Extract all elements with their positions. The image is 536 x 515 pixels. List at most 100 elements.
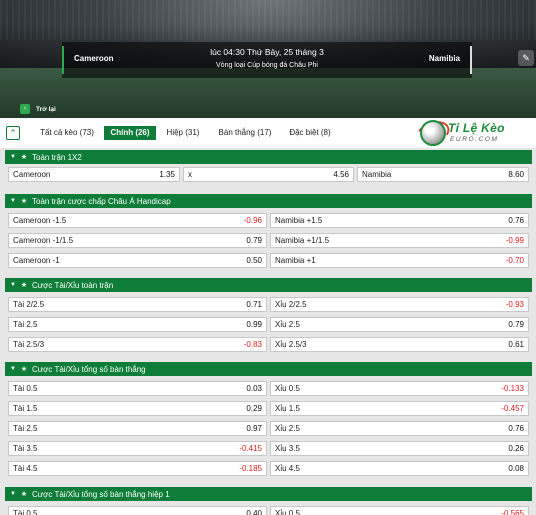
star-icon[interactable]: ★ bbox=[19, 490, 29, 498]
odds-value: 0.76 bbox=[508, 424, 524, 433]
odds-cell[interactable]: Namibia +1 -0.70 bbox=[270, 253, 529, 268]
odds-cell[interactable]: Cameroon -1/1.5 0.79 bbox=[8, 233, 267, 248]
odds-label: Cameroon -1 bbox=[13, 256, 60, 265]
odds-cell[interactable]: Xỉu 0.5 -0.565 bbox=[270, 506, 529, 515]
odds-value: -0.70 bbox=[505, 256, 524, 265]
odds-cell[interactable]: Xỉu 1.5 -0.457 bbox=[270, 401, 529, 416]
odds-cell[interactable]: Namibia 8.60 bbox=[357, 167, 529, 182]
odds-label: Xỉu 0.5 bbox=[275, 509, 300, 515]
odds-label: Tài 0.5 bbox=[13, 509, 38, 515]
odds-cell[interactable]: x 4.56 bbox=[183, 167, 354, 182]
match-time: lúc 04:30 Thứ Bảy, 25 tháng 3 bbox=[210, 47, 324, 57]
odds-label: Cameroon -1.5 bbox=[13, 216, 67, 225]
odds-cell[interactable]: Xỉu 2.5 0.79 bbox=[270, 317, 529, 332]
pin-icon[interactable]: ✎ bbox=[518, 50, 534, 66]
star-icon[interactable]: ★ bbox=[19, 197, 29, 205]
odds-cell[interactable]: Tài 3.5 -0.415 bbox=[8, 441, 267, 456]
odds-value: 0.29 bbox=[246, 404, 262, 413]
odds-label: Namibia +1.5 bbox=[275, 216, 323, 225]
odds-value: 0.03 bbox=[246, 384, 262, 393]
collapse-all-icon[interactable]: ⌃ bbox=[6, 126, 20, 140]
odds-label: Xỉu 2.5 bbox=[275, 424, 300, 433]
section-header-handicap[interactable]: ▼ ★ Toàn trận cược chấp Châu Á Handicap bbox=[5, 194, 532, 208]
odds-value: -0.565 bbox=[501, 509, 524, 515]
odds-cell[interactable]: Tài 0.5 0.03 bbox=[8, 381, 267, 396]
tab-goals[interactable]: Bàn thắng (17) bbox=[212, 126, 278, 140]
market-tabs: ⌃ Tất cả kèo (73) Chính (26) Hiệp (31) B… bbox=[0, 116, 536, 150]
odds-cell[interactable]: Tài 4.5 -0.185 bbox=[8, 461, 267, 476]
odds-value: 0.40 bbox=[246, 509, 262, 515]
section-header-total-goals-h1[interactable]: ▼ ★ Cược Tài/Xỉu tổng số bàn thắng hiệp … bbox=[5, 487, 532, 501]
section-title: Cược Tài/Xỉu tổng số bàn thắng hiệp 1 bbox=[32, 489, 170, 499]
caret-down-icon: ▼ bbox=[10, 366, 16, 372]
odds-cell[interactable]: Tài 1.5 0.29 bbox=[8, 401, 267, 416]
odds-cell[interactable]: Cameroon 1.35 bbox=[8, 167, 180, 182]
odds-value: -0.96 bbox=[243, 216, 262, 225]
tab-main[interactable]: Chính (26) bbox=[104, 126, 156, 140]
chevron-left-icon: ‹ bbox=[20, 104, 30, 114]
odds-value: 8.60 bbox=[508, 170, 524, 179]
odds-value: 0.61 bbox=[508, 340, 524, 349]
odds-label: Cameroon bbox=[13, 170, 51, 179]
odds-label: Tài 2/2.5 bbox=[13, 300, 45, 309]
odds-label: Tài 2.5 bbox=[13, 424, 38, 433]
odds-value: -0.457 bbox=[501, 404, 524, 413]
odds-label: Namibia +1 bbox=[275, 256, 316, 265]
odds-value: 0.97 bbox=[246, 424, 262, 433]
odds-label: Xỉu 2/2.5 bbox=[275, 300, 307, 309]
star-icon[interactable]: ★ bbox=[19, 281, 29, 289]
caret-down-icon: ▼ bbox=[10, 198, 16, 204]
odds-cell[interactable]: Tài 2.5 0.99 bbox=[8, 317, 267, 332]
odds-cell[interactable]: Cameroon -1.5 -0.96 bbox=[8, 213, 267, 228]
tab-half[interactable]: Hiệp (31) bbox=[160, 126, 206, 140]
odds-cell[interactable]: Xỉu 4.5 0.08 bbox=[270, 461, 529, 476]
odds-cell[interactable]: Xỉu 0.5 -0.133 bbox=[270, 381, 529, 396]
section-title: Toàn trận 1X2 bbox=[32, 152, 82, 162]
odds-cell[interactable]: Xỉu 2.5 0.76 bbox=[270, 421, 529, 436]
tab-special[interactable]: Đặc biệt (8) bbox=[282, 126, 338, 140]
section-header-1x2[interactable]: ▼ ★ Toàn trận 1X2 bbox=[5, 150, 532, 164]
odds-cell[interactable]: Tài 2.5/3 -0.83 bbox=[8, 337, 267, 352]
odds-value: 0.26 bbox=[508, 444, 524, 453]
tab-all[interactable]: Tất cả kèo (73) bbox=[32, 126, 102, 140]
odds-cell[interactable]: Tài 2.5 0.97 bbox=[8, 421, 267, 436]
odds-cell[interactable]: Xỉu 3.5 0.26 bbox=[270, 441, 529, 456]
odds-value: 0.79 bbox=[508, 320, 524, 329]
odds-label: Tài 0.5 bbox=[13, 384, 38, 393]
soccer-ball-icon bbox=[420, 120, 446, 146]
odds-value: 0.50 bbox=[246, 256, 262, 265]
site-logo[interactable]: Tỉ Lệ Kèo EURO.COM bbox=[413, 116, 532, 150]
star-icon[interactable]: ★ bbox=[19, 153, 29, 161]
odds-value: -0.99 bbox=[505, 236, 524, 245]
back-button-label: Trở lại bbox=[36, 105, 56, 113]
logo-brand: Tỉ Lệ Kèo bbox=[448, 121, 505, 135]
odds-value: 4.56 bbox=[333, 170, 349, 179]
odds-cell[interactable]: Namibia +1.5 0.76 bbox=[270, 213, 529, 228]
odds-cell[interactable]: Xỉu 2/2.5 -0.93 bbox=[270, 297, 529, 312]
odds-cell[interactable]: Xỉu 2.5/3 0.61 bbox=[270, 337, 529, 352]
odds-label: Tài 2.5 bbox=[13, 320, 38, 329]
section-header-total-goals[interactable]: ▼ ★ Cược Tài/Xỉu tổng số bàn thắng bbox=[5, 362, 532, 376]
odds-label: Xỉu 4.5 bbox=[275, 464, 300, 473]
match-header: Cameroon Namibia lúc 04:30 Thứ Bảy, 25 t… bbox=[0, 0, 536, 118]
odds-label: Namibia +1/1.5 bbox=[275, 236, 330, 245]
odds-value: 0.79 bbox=[246, 236, 262, 245]
odds-value: 0.99 bbox=[246, 320, 262, 329]
section-title: Toàn trận cược chấp Châu Á Handicap bbox=[32, 196, 171, 206]
odds-cell[interactable]: Namibia +1/1.5 -0.99 bbox=[270, 233, 529, 248]
caret-down-icon: ▼ bbox=[10, 154, 16, 160]
odds-label: Namibia bbox=[362, 170, 392, 179]
back-button[interactable]: ‹ Trở lại bbox=[20, 103, 56, 115]
odds-label: x bbox=[188, 170, 192, 179]
odds-value: -0.185 bbox=[239, 464, 262, 473]
odds-value: 1.35 bbox=[159, 170, 175, 179]
odds-label: Xỉu 0.5 bbox=[275, 384, 300, 393]
odds-cell[interactable]: Cameroon -1 0.50 bbox=[8, 253, 267, 268]
odds-label: Tài 1.5 bbox=[13, 404, 38, 413]
odds-cell[interactable]: Tài 0.5 0.40 bbox=[8, 506, 267, 515]
odds-cell[interactable]: Tài 2/2.5 0.71 bbox=[8, 297, 267, 312]
section-header-over-under[interactable]: ▼ ★ Cược Tài/Xỉu toàn trận bbox=[5, 278, 532, 292]
match-info-bar: Cameroon Namibia lúc 04:30 Thứ Bảy, 25 t… bbox=[62, 42, 472, 78]
odds-value: 0.76 bbox=[508, 216, 524, 225]
star-icon[interactable]: ★ bbox=[19, 365, 29, 373]
